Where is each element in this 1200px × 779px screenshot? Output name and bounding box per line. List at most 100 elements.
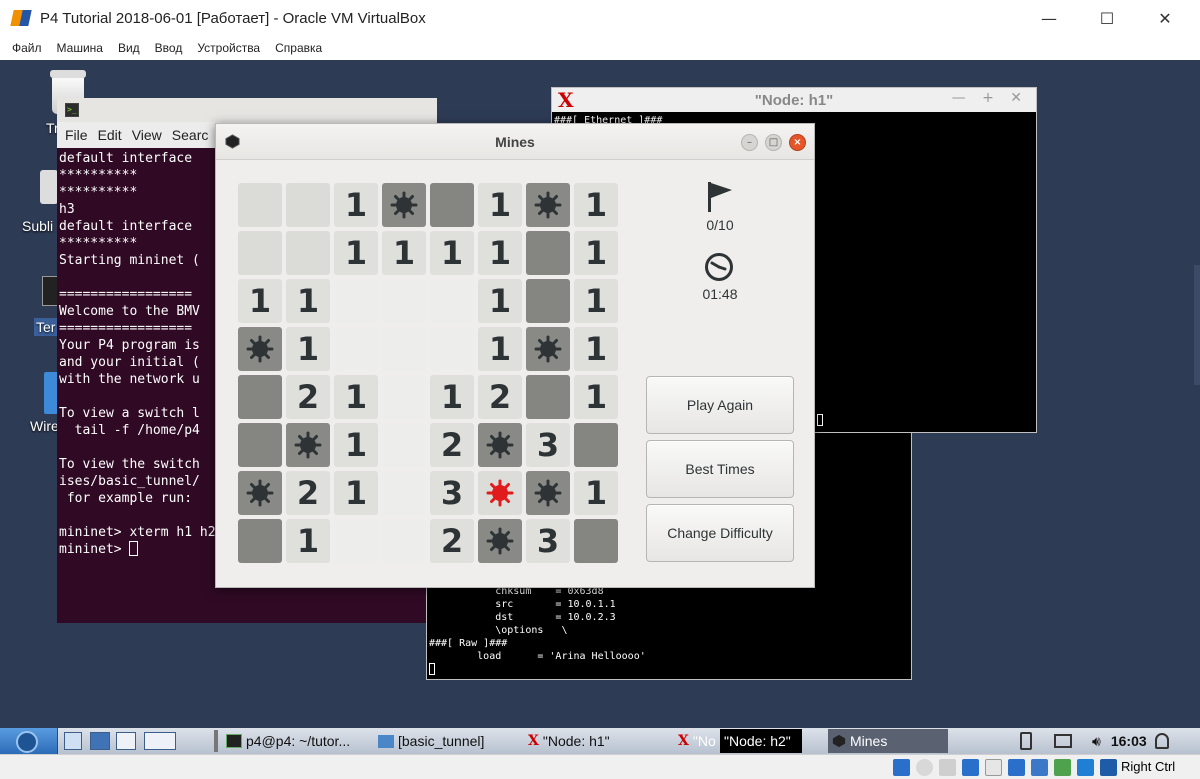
usb-icon[interactable] <box>985 759 1002 776</box>
mine-cell[interactable] <box>286 423 330 467</box>
number-cell[interactable]: 1 <box>574 279 618 323</box>
number-cell[interactable]: 2 <box>286 375 330 419</box>
number-cell[interactable]: 1 <box>334 423 378 467</box>
task-xterm-h2[interactable]: "Node: h2" <box>720 729 802 753</box>
number-cell[interactable]: 1 <box>286 279 330 323</box>
terminal-menu-view[interactable]: View <box>132 127 162 143</box>
host-minimize-button[interactable]: — <box>1026 4 1072 32</box>
display-icon[interactable] <box>1031 759 1048 776</box>
mine-cell[interactable] <box>238 327 282 371</box>
task-xterm-h2-partial[interactable]: X "No <box>678 729 720 753</box>
unrevealed-cell[interactable] <box>238 183 282 227</box>
desktop-icon-wireshark[interactable]: Wire <box>30 418 59 434</box>
host-close-button[interactable]: ✕ <box>1142 4 1188 32</box>
unopened-cell[interactable] <box>238 375 282 419</box>
unopened-cell[interactable] <box>574 423 618 467</box>
number-cell[interactable]: 1 <box>286 519 330 563</box>
unrevealed-cell[interactable] <box>238 231 282 275</box>
number-cell[interactable]: 1 <box>430 231 474 275</box>
empty-cell[interactable] <box>382 375 426 419</box>
unopened-cell[interactable] <box>430 183 474 227</box>
mine-cell[interactable] <box>478 423 522 467</box>
number-cell[interactable]: 1 <box>286 327 330 371</box>
terminal-menu-edit[interactable]: Edit <box>98 127 122 143</box>
shared-folders-icon[interactable] <box>1008 759 1025 776</box>
keyboard-capture-icon[interactable] <box>1100 759 1117 776</box>
number-cell[interactable]: 2 <box>430 519 474 563</box>
unopened-cell[interactable] <box>574 519 618 563</box>
desktop-quicklaunch-icon[interactable] <box>90 732 110 750</box>
xterm-h1-window-controls[interactable]: — + ✕ <box>952 90 1028 106</box>
number-cell[interactable]: 1 <box>334 375 378 419</box>
exploded-mine-cell[interactable] <box>478 471 522 515</box>
number-cell[interactable]: 1 <box>574 375 618 419</box>
video-capture-icon[interactable] <box>1054 759 1071 776</box>
number-cell[interactable]: 3 <box>526 519 570 563</box>
mine-cell[interactable] <box>478 519 522 563</box>
number-cell[interactable]: 1 <box>238 279 282 323</box>
start-menu-button[interactable] <box>0 728 58 754</box>
terminal-menu-search[interactable]: Searc <box>172 127 209 143</box>
number-cell[interactable]: 1 <box>478 183 522 227</box>
unopened-cell[interactable] <box>526 375 570 419</box>
number-cell[interactable]: 3 <box>526 423 570 467</box>
battery-icon[interactable] <box>1020 732 1032 750</box>
unrevealed-cell[interactable] <box>286 231 330 275</box>
number-cell[interactable]: 1 <box>478 327 522 371</box>
unopened-cell[interactable] <box>526 279 570 323</box>
virtualization-icon[interactable] <box>1077 759 1094 776</box>
empty-cell[interactable] <box>430 327 474 371</box>
network-icon[interactable] <box>1054 734 1072 748</box>
hard-disk-icon[interactable] <box>893 759 910 776</box>
number-cell[interactable]: 1 <box>574 327 618 371</box>
unopened-cell[interactable] <box>526 231 570 275</box>
network-adapter-icon[interactable] <box>962 759 979 776</box>
empty-cell[interactable] <box>334 279 378 323</box>
host-menu-devices[interactable]: Устройства <box>197 41 260 55</box>
task-mines[interactable]: Mines <box>828 729 948 753</box>
number-cell[interactable]: 1 <box>334 183 378 227</box>
host-menu-machine[interactable]: Машина <box>57 41 103 55</box>
host-menu-view[interactable]: Вид <box>118 41 140 55</box>
empty-cell[interactable] <box>382 279 426 323</box>
number-cell[interactable]: 3 <box>430 471 474 515</box>
number-cell[interactable]: 1 <box>478 279 522 323</box>
number-cell[interactable]: 1 <box>382 231 426 275</box>
terminal-menu-file[interactable]: File <box>65 127 88 143</box>
number-cell[interactable]: 2 <box>478 375 522 419</box>
empty-cell[interactable] <box>382 471 426 515</box>
task-basic-tunnel[interactable]: [basic_tunnel] <box>378 729 518 753</box>
mine-cell[interactable] <box>526 327 570 371</box>
number-cell[interactable]: 2 <box>430 423 474 467</box>
window-quicklaunch-icon[interactable] <box>116 732 136 750</box>
empty-cell[interactable] <box>382 327 426 371</box>
empty-cell[interactable] <box>334 519 378 563</box>
mine-cell[interactable] <box>526 183 570 227</box>
empty-cell[interactable] <box>334 327 378 371</box>
minimize-button[interactable]: – <box>741 134 758 151</box>
unopened-cell[interactable] <box>238 423 282 467</box>
change-difficulty-button[interactable]: Change Difficulty <box>646 504 794 562</box>
host-maximize-button[interactable]: ☐ <box>1084 4 1130 32</box>
audio-icon[interactable] <box>939 759 956 776</box>
number-cell[interactable]: 1 <box>334 231 378 275</box>
empty-cell[interactable] <box>382 519 426 563</box>
files-quicklaunch-icon[interactable] <box>64 732 82 750</box>
close-button[interactable]: × <box>789 134 806 151</box>
volume-icon[interactable]: 🔊︎ <box>1092 733 1101 750</box>
unopened-cell[interactable] <box>238 519 282 563</box>
empty-cell[interactable] <box>382 423 426 467</box>
host-menu-input[interactable]: Ввод <box>155 41 183 55</box>
desktop-icon-sublime[interactable]: Subli <box>22 218 53 234</box>
empty-cell[interactable] <box>430 279 474 323</box>
mine-cell[interactable] <box>238 471 282 515</box>
minefield-grid[interactable]: 111111111111111211211232131123 <box>238 183 620 563</box>
desktop-icon-terminal[interactable]: Ter <box>34 318 58 336</box>
shutdown-icon[interactable] <box>1154 733 1169 749</box>
task-xterm-h1[interactable]: X "Node: h1" <box>528 729 668 753</box>
play-again-button[interactable]: Play Again <box>646 376 794 434</box>
maximize-button[interactable]: □ <box>765 134 782 151</box>
mine-cell[interactable] <box>382 183 426 227</box>
unrevealed-cell[interactable] <box>286 183 330 227</box>
optical-drive-icon[interactable] <box>916 759 933 776</box>
